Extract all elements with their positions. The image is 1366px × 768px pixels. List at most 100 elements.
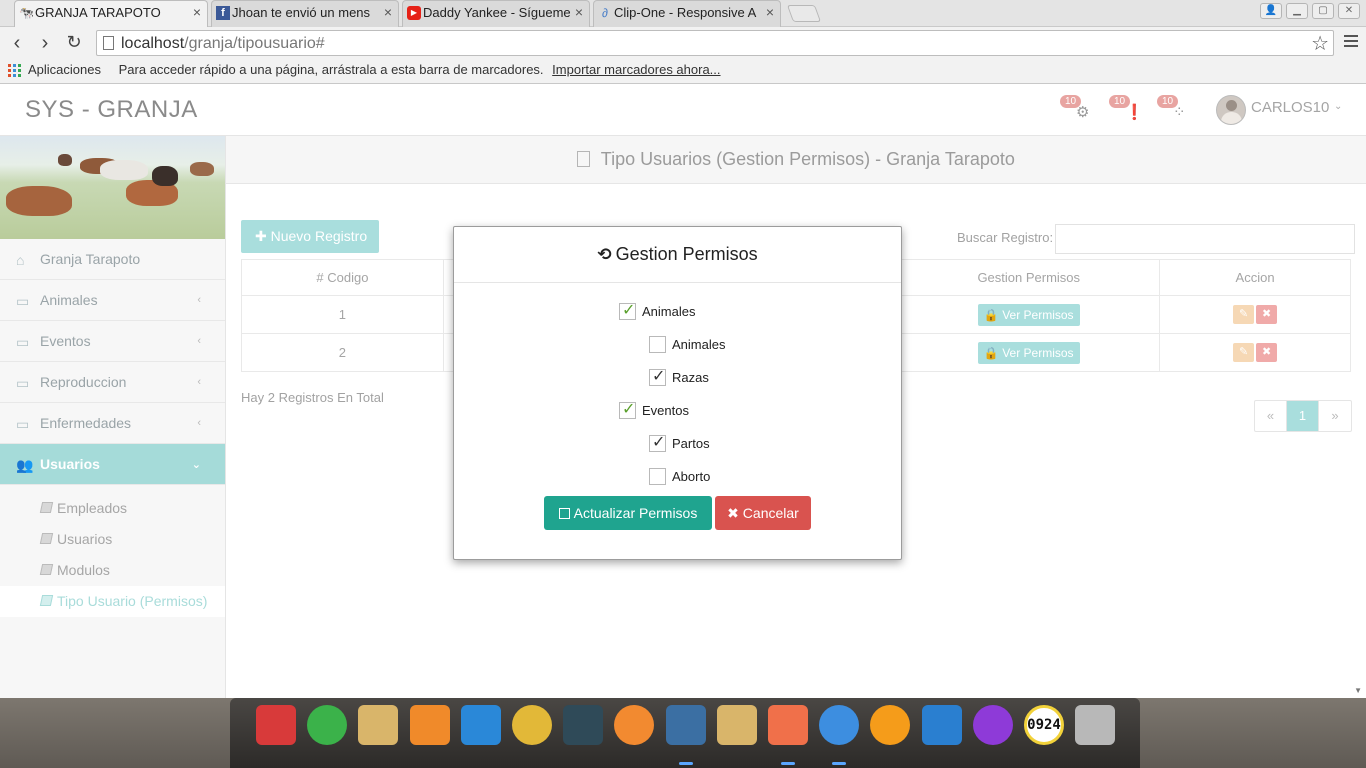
bookmark-star-icon[interactable]: ☆: [1311, 31, 1329, 56]
book-icon: [39, 502, 54, 513]
sidebar-item-usuarios[interactable]: 👥 Usuarios ⌄: [0, 444, 225, 485]
cancel-button[interactable]: ✖ Cancelar: [715, 496, 811, 530]
sidebar-subitem-usuarios[interactable]: Usuarios: [0, 524, 225, 555]
close-icon[interactable]: ×: [193, 4, 201, 20]
battery-icon[interactable]: [768, 705, 808, 745]
import-bookmarks-link[interactable]: Importar marcadores ahora...: [552, 62, 720, 77]
permission-checkbox[interactable]: ✓: [649, 368, 666, 386]
alert-icon: ❗: [1125, 104, 1144, 121]
column-header[interactable]: Gestion Permisos: [897, 259, 1161, 296]
permission-label: Partos: [672, 436, 710, 451]
sidebar-item-eventos[interactable]: ▭ Eventos ‹: [0, 321, 225, 362]
forward-icon[interactable]: ›: [34, 32, 56, 55]
apps-link[interactable]: Aplicaciones: [28, 62, 101, 77]
reload-icon[interactable]: ↻: [63, 32, 85, 53]
folder-icon[interactable]: [358, 705, 398, 745]
view-permissions-button[interactable]: 🔒 Ver Permisos: [977, 341, 1080, 364]
permission-label: Animales: [672, 337, 726, 352]
maximize-icon[interactable]: ▢: [1312, 3, 1334, 19]
close-icon[interactable]: ×: [575, 4, 583, 20]
close-icon[interactable]: ×: [766, 4, 774, 20]
browser-tab[interactable]: ▶ Daddy Yankee - Sígueme ×: [402, 0, 590, 27]
check-icon: ✓: [622, 302, 636, 319]
browser-menu-icon[interactable]: [1344, 35, 1358, 50]
close-window-icon[interactable]: ✕: [1338, 3, 1360, 19]
permission-checkbox[interactable]: [649, 468, 666, 485]
facebook-icon: f: [216, 6, 230, 20]
pagination-prev[interactable]: «: [1255, 401, 1287, 431]
trash-icon[interactable]: [1075, 705, 1115, 745]
delete-button[interactable]: ✖: [1256, 305, 1278, 324]
app-header: SYS - GRANJA 10 ⚙ 10 ❗ 10 ⁘ CARLOS10 ⌄: [0, 85, 1366, 136]
address-bar[interactable]: localhost/granja/tipousuario# ☆: [96, 30, 1334, 56]
activity-notification[interactable]: 10 ⁘: [1155, 93, 1191, 127]
permission-checkbox[interactable]: [649, 336, 666, 353]
permission-label: Razas: [672, 370, 709, 385]
video-player-icon[interactable]: [461, 705, 501, 745]
sidebar-nav: ⌂ Granja Tarapoto ▭ Animales ‹ ▭ Eventos…: [0, 239, 225, 617]
sidebar-item-animales[interactable]: ▭ Animales ‹: [0, 280, 225, 321]
close-icon[interactable]: ×: [384, 4, 392, 20]
brand-title[interactable]: SYS - GRANJA: [25, 96, 198, 124]
column-header[interactable]: # Codigo: [241, 259, 444, 296]
new-tab-button[interactable]: [786, 5, 822, 22]
crossover-icon[interactable]: [922, 705, 962, 745]
view-permissions-button[interactable]: 🔒 Ver Permisos: [977, 303, 1080, 326]
minimize-icon[interactable]: ▁: [1286, 3, 1308, 19]
network-globe-icon[interactable]: [819, 705, 859, 745]
settings-notification[interactable]: 10 ⚙: [1058, 93, 1094, 127]
sidebar-item-enfermedades[interactable]: ▭ Enfermedades ‹: [0, 403, 225, 444]
youtube-icon: ▶: [407, 6, 421, 20]
chrome-icon[interactable]: [512, 705, 552, 745]
clock-icon[interactable]: 0924: [1024, 705, 1064, 745]
power-icon[interactable]: [973, 705, 1013, 745]
edit-button[interactable]: ✎: [1233, 305, 1255, 324]
ring-app-icon[interactable]: [870, 705, 910, 745]
permission-checkbox[interactable]: ✓: [619, 401, 636, 419]
permission-label: Eventos: [642, 403, 689, 418]
bookmarks-hint: Para acceder rápido a una página, arrást…: [118, 62, 544, 77]
browser-tab[interactable]: f Jhoan te envió un mens ×: [211, 0, 399, 27]
document-icon: [577, 151, 591, 167]
toggle-app-icon[interactable]: [563, 705, 603, 745]
back-icon[interactable]: ‹: [6, 32, 28, 55]
store-bag-icon[interactable]: [410, 705, 450, 745]
apps-icon[interactable]: [8, 64, 21, 77]
view-permissions-label: Ver Permisos: [1002, 345, 1074, 360]
rocket-launcher-icon[interactable]: [256, 705, 296, 745]
edit-button[interactable]: ✎: [1233, 343, 1255, 362]
sidebar-subitem-tipo-usuario[interactable]: Tipo Usuario (Permisos): [0, 586, 225, 617]
column-header[interactable]: Accion: [1159, 259, 1351, 296]
folder-icon[interactable]: [717, 705, 757, 745]
new-record-button[interactable]: ✚ Nuevo Registro: [241, 220, 379, 253]
new-record-label: Nuevo Registro: [270, 228, 368, 244]
search-input[interactable]: [1055, 224, 1355, 254]
sidebar-subitem-empleados[interactable]: Empleados: [0, 493, 225, 524]
sublime-icon[interactable]: [614, 705, 654, 745]
pagination-next[interactable]: »: [1319, 401, 1351, 431]
permission-checkbox[interactable]: ✓: [619, 302, 636, 320]
scroll-down-icon[interactable]: ▼: [1354, 686, 1362, 695]
pagination-page[interactable]: 1: [1287, 401, 1319, 431]
alert-notification[interactable]: 10 ❗: [1107, 93, 1144, 127]
profile-icon[interactable]: 👤: [1260, 3, 1282, 19]
mail-app-icon[interactable]: [307, 705, 347, 745]
browser-tab[interactable]: 🐄 GRANJA TARAPOTO ×: [14, 0, 208, 27]
browser-tab[interactable]: ∂ Clip-One - Responsive A ×: [593, 0, 781, 27]
sidebar-item-granja[interactable]: ⌂ Granja Tarapoto: [0, 239, 225, 280]
link-icon: ∂: [602, 6, 608, 20]
desktop-icon: ▭: [16, 416, 30, 432]
sidebar-subitem-label: Tipo Usuario (Permisos): [57, 593, 208, 609]
permission-checkbox[interactable]: ✓: [649, 434, 666, 452]
sidebar-subitem-modulos[interactable]: Modulos: [0, 555, 225, 586]
check-icon: ✓: [622, 401, 636, 418]
postgresql-icon[interactable]: [666, 705, 706, 745]
records-total: Hay 2 Registros En Total: [241, 390, 384, 405]
tab-title: Jhoan te envió un mens: [232, 5, 371, 20]
sidebar-subitem-label: Usuarios: [57, 531, 113, 547]
chevron-left-icon: ‹: [197, 335, 201, 347]
granja-icon: 🐄: [19, 6, 34, 20]
update-permissions-button[interactable]: Actualizar Permisos: [544, 496, 712, 530]
delete-button[interactable]: ✖: [1256, 343, 1278, 362]
sidebar-item-reproduccion[interactable]: ▭ Reproduccion ‹: [0, 362, 225, 403]
